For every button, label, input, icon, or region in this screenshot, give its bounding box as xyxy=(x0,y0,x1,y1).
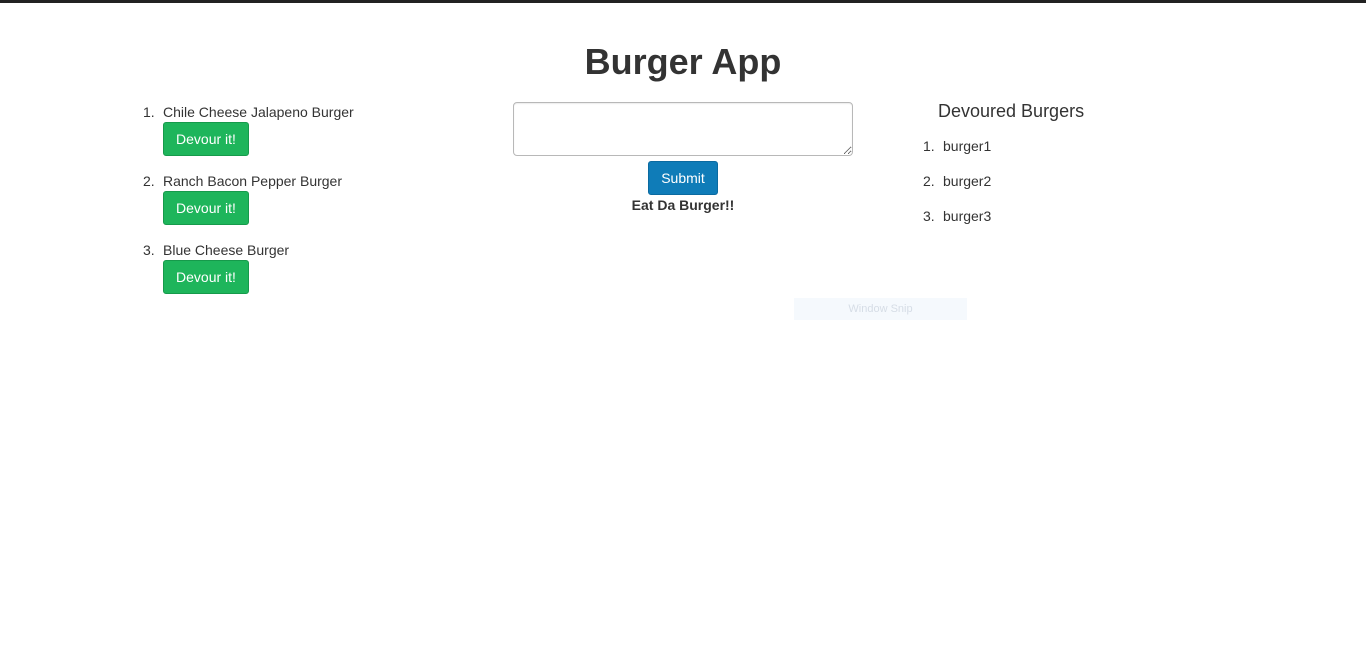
list-item-number: 2. xyxy=(143,173,155,189)
burger-list: 1. Chile Cheese Jalapeno Burger Devour i… xyxy=(130,103,460,310)
burger-name: Ranch Bacon Pepper Burger xyxy=(163,173,342,189)
top-border-bar xyxy=(0,0,1366,3)
list-item-number: 3. xyxy=(923,208,935,224)
list-item: 1. burger1 xyxy=(910,137,1110,172)
window-snip-overlay: Window Snip xyxy=(794,298,967,320)
devoured-burger-name: burger2 xyxy=(943,173,992,189)
devoured-list: 1. burger1 2. burger2 3. burger3 xyxy=(910,137,1110,242)
list-item: 2. Ranch Bacon Pepper Burger Devour it! xyxy=(130,172,460,241)
burger-name: Chile Cheese Jalapeno Burger xyxy=(163,104,354,120)
list-item: 1. Chile Cheese Jalapeno Burger Devour i… xyxy=(130,103,460,172)
devoured-burger-name: burger3 xyxy=(943,208,992,224)
devour-button[interactable]: Devour it! xyxy=(163,122,249,156)
devoured-burger-name: burger1 xyxy=(943,138,992,154)
list-item-number: 2. xyxy=(923,173,935,189)
list-item: 3. Blue Cheese Burger Devour it! xyxy=(130,241,460,310)
list-item-number: 1. xyxy=(923,138,935,154)
devour-button[interactable]: Devour it! xyxy=(163,260,249,294)
submit-button[interactable]: Submit xyxy=(648,161,718,195)
page-title: Burger App xyxy=(584,41,782,82)
list-item: 3. burger3 xyxy=(910,207,1110,242)
devour-button[interactable]: Devour it! xyxy=(163,191,249,225)
burger-name-input[interactable] xyxy=(513,102,853,156)
form-caption: Eat Da Burger!! xyxy=(631,197,735,213)
list-item-number: 3. xyxy=(143,242,155,258)
list-item-number: 1. xyxy=(143,104,155,120)
burger-name: Blue Cheese Burger xyxy=(163,242,290,258)
devoured-section-title: Devoured Burgers xyxy=(938,101,1085,121)
list-item: 2. burger2 xyxy=(910,172,1110,207)
